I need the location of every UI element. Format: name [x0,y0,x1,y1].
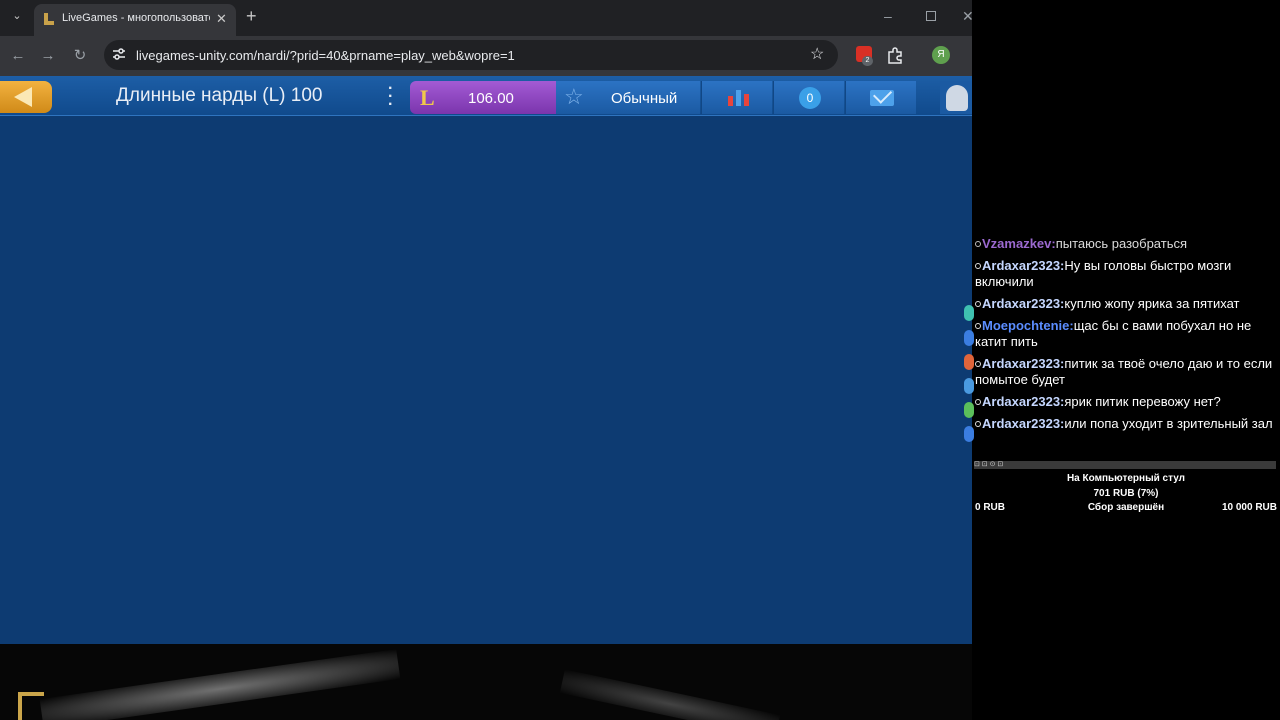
coins-value: 106.00 [468,90,514,107]
chat-text: ярик питик перевожу нет? [1064,394,1221,409]
address-bar[interactable]: livegames-unity.com/nardi/?prid=40&prnam… [104,40,838,70]
coin-l-icon: L [420,85,435,110]
corner-logo-icon [18,692,44,720]
url-text[interactable]: livegames-unity.com/nardi/?prid=40&prnam… [136,48,515,63]
close-tab-icon[interactable]: ✕ [216,11,227,27]
donation-progress-bar [974,461,1276,469]
extensions-puzzle-icon[interactable] [886,46,904,64]
forward-arrow-icon[interactable]: → [38,46,58,66]
chat-text: или попа уходит в зрительный зал [1064,416,1273,431]
extension-badge-count: 2 [862,56,873,66]
chat-text: пытаюсь разобраться [1055,236,1188,251]
chat-message: Ardaxar2323:Ну вы головы быстро мозги вк… [975,258,1277,290]
more-options-icon[interactable]: · · · [388,81,393,113]
chat-bullet-icon [975,323,981,329]
envelope-icon [870,90,894,106]
chat-bullet-icon [975,241,981,247]
chat-message: Ardaxar2323:питик за твоё очело даю и то… [975,356,1277,388]
user-avatar-icon [946,85,968,111]
chat-message: Vzamazkev:пытаюсь разобраться [975,236,1277,252]
back-button[interactable] [0,81,52,113]
chat-username[interactable]: Ardaxar2323: [982,394,1064,409]
back-triangle-icon [14,87,32,107]
user-profile-button[interactable] [940,81,972,114]
donation-title: На Компьютерный стул [1066,473,1186,484]
new-tab-icon[interactable]: + [246,7,257,25]
back-arrow-icon[interactable]: ← [8,46,28,66]
tab-search-chevron-icon[interactable]: ⌄ [8,7,26,25]
chat-username[interactable]: Ardaxar2323: [982,258,1064,273]
notifications-count: 0 [799,87,821,109]
mode-label: Обычный [611,90,678,107]
chat-username[interactable]: Vzamazkev: [982,236,1056,251]
chat-message: Moepochtenie:щас бы с вами побухал но не… [975,318,1277,350]
star-icon: ☆ [564,84,584,109]
notifications-button[interactable]: 0 [773,81,844,114]
chat-bullet-icon [975,399,981,405]
stream-chat: Vzamazkev:пытаюсь разобраться Ardaxar2323… [975,236,1277,438]
site-settings-icon[interactable] [112,47,126,61]
chat-bullet-icon [975,421,981,427]
camera-feed [0,644,972,720]
tab-strip: ⌄ LiveGames - многопользовате ✕ + – ✕ [0,0,972,36]
chat-username[interactable]: Ardaxar2323: [982,356,1064,371]
browser-toolbar: ← → ↻ livegames-unity.com/nardi/?prid=40… [0,36,972,76]
separator-icons: ⊡ ⊡ ⊙ ⊡ [974,461,1004,468]
messages-button[interactable] [845,81,916,114]
browser-window: ⌄ LiveGames - многопользовате ✕ + – ✕ ← … [0,0,972,720]
chat-username[interactable]: Ardaxar2323: [982,296,1064,311]
stream-overlay: Vzamazkev:пытаюсь разобраться Ardaxar2323… [964,0,1280,720]
donation-max: 10 000 RUB [1221,502,1277,513]
game-title: Длинные нарды (L) 100 [116,85,323,106]
screen: ⌄ LiveGames - многопользовате ✕ + – ✕ ← … [0,0,1280,720]
close-window-icon[interactable]: ✕ [962,8,972,25]
game-page: Длинные нарды (L) 100 · · · L 106.00 ☆ Обы… [0,76,972,644]
coins-balance-button[interactable]: L 106.00 [410,81,556,114]
mode-button[interactable]: ☆ Обычный [556,81,700,114]
livegames-favicon-icon [44,13,54,25]
camera-blur [39,649,401,720]
chat-text: куплю жопу ярика за пятихат [1064,296,1240,311]
chat-message: Ardaxar2323:куплю жопу ярика за пятихат [975,296,1277,312]
minimize-icon[interactable]: – [884,8,892,24]
tab-title: LiveGames - многопользовате [62,12,210,24]
chat-username[interactable]: Ardaxar2323: [982,416,1064,431]
camera-blur-2 [559,669,781,720]
chat-message: Ardaxar2323:или попа уходит в зрительный… [975,416,1277,432]
bookmark-star-icon[interactable]: ☆ [810,44,824,64]
stats-chart-icon [728,90,750,106]
maximize-icon[interactable] [926,11,936,21]
reload-icon[interactable]: ↻ [70,46,90,66]
chat-message: Ardaxar2323:ярик питик перевожу нет? [975,394,1277,410]
chat-bullet-icon [975,301,981,307]
chat-bullet-icon [975,361,981,367]
donation-amount: 701 RUB (7%) [1093,488,1159,499]
stats-button[interactable] [701,81,772,114]
active-tab[interactable]: LiveGames - многопользовате ✕ [34,4,236,36]
game-header: Длинные нарды (L) 100 · · · L 106.00 ☆ Обы… [0,76,972,116]
profile-avatar[interactable]: Я [932,46,950,64]
chat-username[interactable]: Moepochtenie: [982,318,1074,333]
chat-bullet-icon [975,263,981,269]
